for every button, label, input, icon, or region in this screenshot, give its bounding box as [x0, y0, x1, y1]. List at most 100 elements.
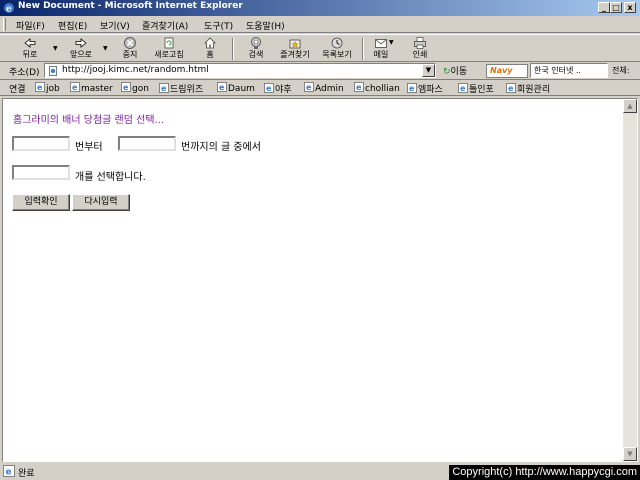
internet-explorer-icon: e — [4, 3, 14, 14]
ie-page-icon: e — [217, 82, 227, 92]
svg-text:e: e — [460, 84, 466, 93]
ie-page-icon: e — [407, 83, 417, 93]
link-item[interactable]: e gon — [121, 82, 149, 94]
vertical-scrollbar[interactable]: ▲ ▼ — [623, 99, 637, 461]
ie-page-icon: e — [458, 83, 468, 93]
stop-button[interactable]: 중지 — [116, 36, 144, 62]
range-start-input[interactable] — [12, 136, 70, 151]
home-label: 홈 — [206, 50, 214, 59]
close-button[interactable]: x — [624, 2, 636, 13]
search-button[interactable]: 검색 — [242, 36, 270, 62]
link-item[interactable]: e chollian — [354, 82, 400, 94]
refresh-label: 새로고침 — [154, 50, 184, 59]
mail-dropdown-icon[interactable]: ▼ — [389, 39, 394, 46]
link-item[interactable]: e Daum — [217, 82, 255, 94]
forward-arrow-icon — [75, 38, 87, 48]
ie-page-icon: e — [70, 82, 80, 92]
page-heading: 홈그라미의 배너 당첨글 랜덤 선택... — [13, 115, 165, 126]
link-item[interactable]: e job — [35, 82, 60, 94]
refresh-icon — [164, 37, 174, 49]
submit-button[interactable]: 입력확인 — [12, 194, 70, 211]
address-input[interactable]: http://jooj.kimc.net/random.html ▼ — [44, 63, 436, 78]
toolbar-separator — [362, 38, 364, 60]
forward-label: 앞으로 — [69, 50, 93, 59]
favorites-button[interactable]: 즐겨찾기 — [276, 36, 314, 62]
stop-icon — [124, 37, 136, 49]
toolbar-search-input[interactable]: 한국 인터넷 .. — [530, 63, 608, 78]
printer-icon — [414, 37, 426, 49]
link-item[interactable]: e 엠파스 — [407, 82, 443, 95]
svg-text:e: e — [356, 83, 362, 92]
svg-text:e: e — [266, 84, 272, 93]
ie-page-icon: e — [354, 82, 364, 92]
svg-text:e: e — [306, 83, 312, 92]
ie-page-icon: e — [121, 82, 131, 92]
history-button[interactable]: 목록보기 — [318, 36, 356, 62]
links-label: 연결 — [9, 85, 26, 95]
menu-file[interactable]: 파일(F) — [16, 19, 45, 32]
range-end-input[interactable] — [118, 136, 176, 151]
forward-dropdown-icon[interactable]: ▼ — [103, 45, 108, 52]
ie-page-icon: e — [506, 83, 516, 93]
home-icon — [204, 37, 216, 49]
mail-icon — [375, 39, 387, 48]
select-count-label: 개를 선택합니다. — [75, 172, 146, 183]
link-item[interactable]: e master — [70, 82, 113, 94]
scroll-down-button[interactable]: ▼ — [623, 447, 637, 461]
menu-view[interactable]: 보기(V) — [100, 19, 130, 32]
ie-page-icon: e — [35, 82, 45, 92]
link-item[interactable]: e 야후 — [264, 82, 292, 95]
status-text: 완료 — [18, 469, 35, 479]
svg-text:e: e — [6, 468, 12, 478]
range-start-label: 번부터 — [75, 142, 103, 153]
back-button[interactable]: 뒤로 — [14, 36, 46, 62]
toolbar-separator — [232, 38, 234, 60]
ie-page-icon: e — [264, 83, 274, 93]
menu-favorites[interactable]: 즐겨찾기(A) — [142, 19, 188, 32]
window-title: New Document - Microsoft Internet Explor… — [18, 1, 243, 11]
links-bar: 연결 e job e master e gon e 드림위즈 e Daum e 야후 e Ad… — [0, 80, 640, 96]
reset-button[interactable]: 다시입력 — [72, 194, 130, 211]
link-item[interactable]: e 회원관리 — [506, 82, 550, 95]
minimize-button[interactable]: _ — [598, 2, 610, 13]
home-button[interactable]: 홈 — [198, 36, 222, 62]
title-bar: e New Document - Microsoft Internet Expl… — [0, 0, 640, 16]
svg-text:e: e — [72, 83, 78, 92]
go-label: 이동 — [450, 67, 468, 77]
search-scope-label[interactable]: 전체: — [612, 65, 629, 76]
link-item[interactable]: e 드림위즈 — [159, 82, 203, 95]
page-viewport: 홈그라미의 배너 당첨글 랜덤 선택... 번부터 번까지의 글 중에서 개를 … — [2, 98, 638, 462]
refresh-button[interactable]: 새로고침 — [150, 36, 188, 62]
scroll-up-button[interactable]: ▲ — [623, 99, 637, 113]
go-button[interactable]: ↻이동 — [443, 64, 467, 77]
ie-page-icon: e — [159, 83, 169, 93]
range-end-label: 번까지의 글 중에서 — [181, 142, 261, 153]
forward-button[interactable]: 앞으로 — [64, 36, 98, 62]
search-icon — [251, 37, 261, 49]
page-icon — [49, 66, 57, 76]
address-dropdown-icon[interactable]: ▼ — [422, 64, 435, 77]
svg-text:e: e — [508, 84, 514, 93]
menu-tools[interactable]: 도구(T) — [204, 19, 233, 32]
favorites-label: 즐겨찾기 — [280, 50, 310, 59]
menu-edit[interactable]: 편집(E) — [58, 19, 87, 32]
svg-text:e: e — [161, 84, 167, 93]
svg-text:e: e — [219, 83, 225, 92]
menu-help[interactable]: 도움말(H) — [246, 19, 285, 32]
link-item[interactable]: e 틀인포 — [458, 82, 494, 95]
page-done-icon: e — [3, 465, 15, 477]
svg-text:e: e — [123, 83, 129, 92]
address-bar: 주소(D) http://jooj.kimc.net/random.html ▼… — [0, 62, 640, 80]
svg-text:e: e — [37, 83, 43, 92]
menu-grip[interactable] — [3, 18, 6, 31]
maximize-button[interactable]: □ — [610, 2, 622, 13]
history-label: 목록보기 — [322, 50, 352, 59]
print-button[interactable]: 인쇄 — [406, 36, 434, 62]
menu-bar: 파일(F) 편집(E) 보기(V) 즐겨찾기(A) 도구(T) 도움말(H) — [0, 16, 640, 33]
svg-text:e: e — [409, 84, 415, 93]
link-item[interactable]: e Admin — [304, 82, 344, 94]
address-url: http://jooj.kimc.net/random.html — [62, 65, 209, 75]
go-arrow-icon: ↻ — [443, 67, 451, 77]
back-dropdown-icon[interactable]: ▼ — [53, 45, 58, 52]
select-count-input[interactable] — [12, 165, 70, 180]
